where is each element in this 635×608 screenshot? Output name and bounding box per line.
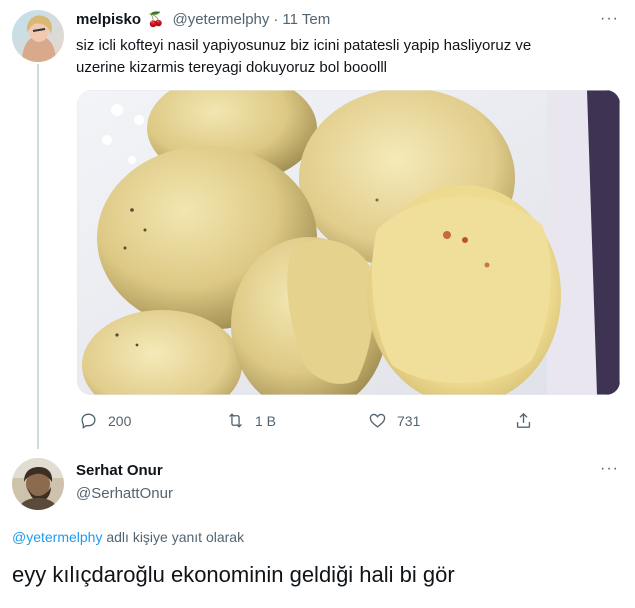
cherry-icon: 🍒 (147, 11, 165, 27)
photo-drawing (77, 90, 620, 395)
share-icon (516, 412, 531, 428)
reply-icon (81, 413, 96, 429)
author-name[interactable]: melpisko (76, 11, 141, 28)
tweet-photo[interactable] (77, 90, 620, 395)
tweet-date[interactable]: 11 Tem (282, 11, 330, 28)
share-action[interactable] (514, 411, 533, 430)
reply-author-handle[interactable]: @SerhattOnur (76, 485, 173, 502)
retweet-icon (229, 413, 242, 428)
like-action[interactable]: 731 (368, 411, 420, 430)
tweet-text: siz icli kofteyi nasil yapiyosunuz biz i… (76, 35, 616, 79)
replying-to-text: adlı kişiye yanıt olarak (106, 529, 245, 545)
reply-text: eyy kılıçdaroğlu ekonominin geldiği hali… (12, 562, 455, 587)
separator: · (273, 11, 279, 28)
like-icon (369, 413, 386, 428)
thread-line (37, 64, 39, 449)
reply-action[interactable]: 200 (79, 411, 131, 430)
replying-to: @yetermelphy adlı kişiye yanıt olarak (12, 529, 244, 545)
replying-to-handle[interactable]: @yetermelphy (12, 529, 102, 545)
more-icon[interactable]: ··· (600, 10, 619, 28)
tweet-text-line2: uzerine kizarmis tereyagi dokuyoruz bol … (76, 59, 387, 76)
tweet-header: melpisko 🍒 @yetermelphy · 11 Tem (76, 11, 330, 28)
retweet-count: 1 B (255, 412, 277, 429)
reply-count: 200 (108, 412, 132, 429)
reply-avatar[interactable] (12, 458, 64, 510)
avatar[interactable] (12, 10, 64, 62)
author-handle[interactable]: @yetermelphy (172, 11, 269, 28)
retweet-action[interactable]: 1 B (226, 411, 276, 430)
tweet-text-line1: siz icli kofteyi nasil yapiyosunuz biz i… (76, 37, 532, 54)
like-count: 731 (397, 412, 421, 429)
reply-author-name[interactable]: Serhat Onur (76, 462, 163, 479)
reply-more-icon[interactable]: ··· (600, 460, 619, 478)
